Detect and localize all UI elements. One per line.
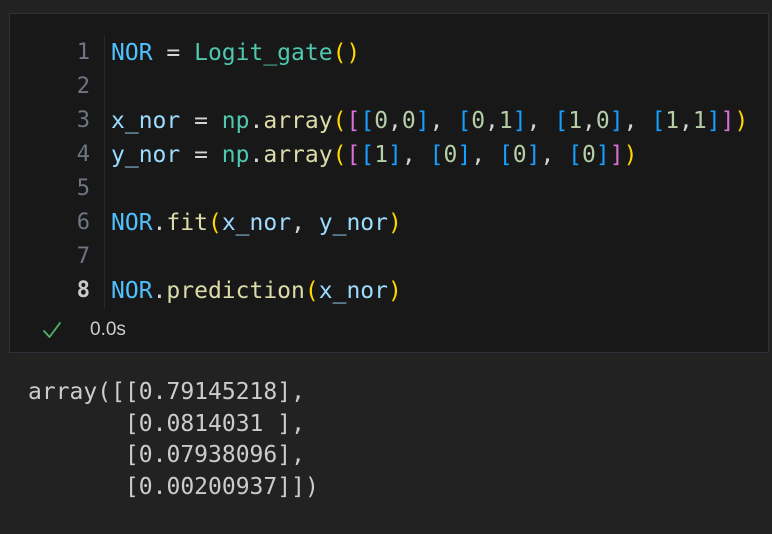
line-number: 1 [76,40,90,65]
line-number: 3 [76,108,90,133]
success-check-icon [43,322,61,338]
notebook-view: 1 NOR = Logit_gate() 2 3 x_nor = np.array([[… [0,13,772,503]
code-line-text[interactable] [104,172,768,206]
code-line-text[interactable]: y_nor = np.array([[1], [0], [0], [0]]) [104,138,768,172]
line-number: 7 [76,244,90,269]
execution-time: 0.0s [90,319,126,340]
line-number: 4 [76,142,90,167]
code-line[interactable]: 8 NOR.prediction(x_nor) [10,274,768,308]
line-number: 5 [76,176,90,201]
code-line[interactable]: 2 [10,70,768,104]
code-line[interactable]: 4 y_nor = np.array([[1], [0], [0], [0]]) [10,138,768,172]
code-line-text[interactable] [104,240,768,274]
line-number: 2 [76,74,90,99]
line-number: 6 [76,210,90,235]
code-line-text[interactable]: NOR = Logit_gate() [104,36,768,70]
code-line-text[interactable]: x_nor = np.array([[0,0], [0,1], [1,0], [… [104,104,768,138]
code-editor[interactable]: 1 NOR = Logit_gate() 2 3 x_nor = np.array([[… [10,14,768,308]
code-line-text[interactable]: NOR.fit(x_nor, y_nor) [104,206,768,240]
line-number: 8 [76,278,90,303]
code-line[interactable]: 7 [10,240,768,274]
cell-status-bar: 0.0s [10,308,768,352]
code-line[interactable]: 1 NOR = Logit_gate() [10,36,768,70]
notebook-cell[interactable]: 1 NOR = Logit_gate() 2 3 x_nor = np.array([[… [9,13,769,353]
code-line[interactable]: 6 NOR.fit(x_nor, y_nor) [10,206,768,240]
code-line[interactable]: 3 x_nor = np.array([[0,0], [0,1], [1,0], … [10,104,768,138]
code-line[interactable]: 5 [10,172,768,206]
code-line-text[interactable]: NOR.prediction(x_nor) [104,274,768,308]
cell-output: array([[0.79145218], [0.0814031 ], [0.07… [28,379,319,500]
code-line-text[interactable] [104,70,768,104]
